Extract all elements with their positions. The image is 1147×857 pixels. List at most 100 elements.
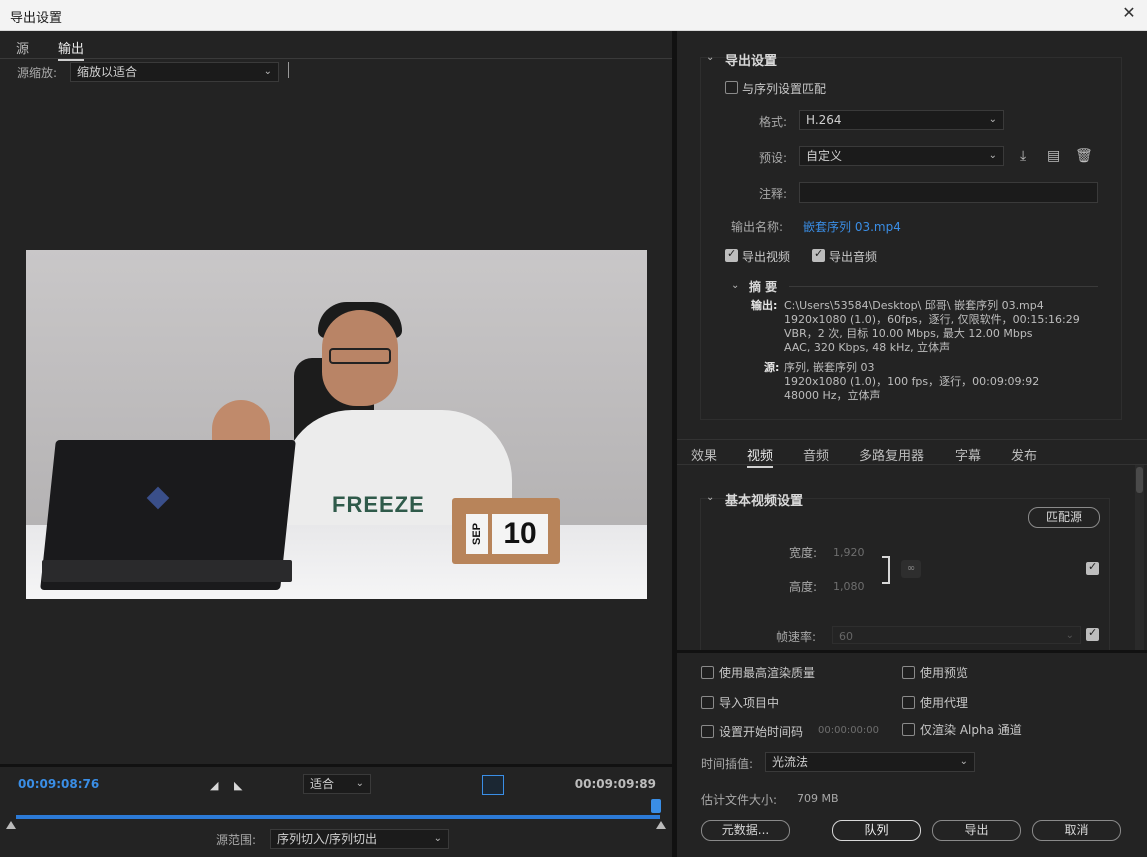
start-timecode-value[interactable]: 00:00:00:00 xyxy=(818,725,879,736)
summary-source-line: 48000 Hz，立体声 xyxy=(784,389,881,402)
start-timecode-label: 设置开始时间码 xyxy=(719,725,804,739)
settings-scrollbar[interactable] xyxy=(1135,465,1144,650)
height-label: 高度: xyxy=(789,580,818,594)
export-audio-label: 导出音频 xyxy=(829,250,878,264)
mark-out-icon[interactable]: ◣ xyxy=(234,779,242,792)
timeline-track[interactable] xyxy=(16,815,660,819)
use-previews-checkbox[interactable] xyxy=(902,666,915,679)
frame-rate-dropdown[interactable]: 60 ⌄ xyxy=(832,626,1081,644)
summary-output-line: VBR，2 次, 目标 10.00 Mbps, 最大 12.00 Mbps xyxy=(784,327,1033,340)
end-timecode: 00:09:09:89 xyxy=(574,777,656,791)
left-tabs: 源 输出 xyxy=(0,31,672,61)
range-out-handle[interactable] xyxy=(656,821,666,829)
title-bar: 导出设置 ✕ xyxy=(0,0,1147,31)
time-interp-dropdown[interactable]: 光流法 ⌄ xyxy=(765,752,975,772)
comment-input[interactable] xyxy=(799,182,1098,203)
override-size-checkbox[interactable] xyxy=(1086,560,1099,575)
width-value[interactable]: 1,920 xyxy=(833,546,865,559)
collapse-caret-icon[interactable]: ⌄ xyxy=(706,52,714,63)
link-icon[interactable]: ∞ xyxy=(901,560,921,578)
metadata-button[interactable]: 元数据... xyxy=(701,820,790,841)
format-label: 格式: xyxy=(759,115,788,129)
preview-calendar-month: SEP xyxy=(466,514,488,554)
summary-output-line: C:\Users\53584\Desktop\ 邱哥\ 嵌套序列 03.mp4 xyxy=(784,299,1044,312)
start-timecode-checkbox[interactable] xyxy=(701,725,714,738)
range-in-handle[interactable] xyxy=(6,821,16,829)
playhead-handle[interactable] xyxy=(651,799,661,813)
format-value: H.264 xyxy=(806,113,842,127)
tab-output[interactable]: 输出 xyxy=(58,38,85,61)
current-timecode[interactable]: 00:09:08:76 xyxy=(18,777,99,791)
match-sequence-checkbox[interactable] xyxy=(725,81,738,94)
est-size-label: 估计文件大小: xyxy=(701,793,778,807)
preview-laptop-base xyxy=(42,560,292,582)
close-icon[interactable]: ✕ xyxy=(1121,5,1137,21)
export-audio-checkbox[interactable] xyxy=(812,247,825,262)
output-name-link[interactable]: 嵌套序列 03.mp4 xyxy=(803,218,901,235)
height-value[interactable]: 1,080 xyxy=(833,580,865,593)
import-project-checkbox[interactable] xyxy=(701,696,714,709)
delete-preset-icon[interactable]: 🗑 xyxy=(1075,148,1093,164)
text-cursor xyxy=(288,62,289,78)
window-title: 导出设置 xyxy=(10,11,63,26)
save-preset-icon[interactable]: ⤓ xyxy=(1020,148,1026,164)
chevron-down-icon: ⌄ xyxy=(263,66,272,77)
export-button[interactable]: 导出 xyxy=(932,820,1021,841)
source-zoom-value: 缩放以适合 xyxy=(77,65,138,79)
tab-captions[interactable]: 字幕 xyxy=(955,445,981,464)
time-interp-value: 光流法 xyxy=(772,755,809,769)
use-proxies-label: 使用代理 xyxy=(920,696,969,710)
max-render-quality-label: 使用最高渲染质量 xyxy=(719,666,816,680)
time-interp-label: 时间插值: xyxy=(701,757,754,771)
tab-publish[interactable]: 发布 xyxy=(1011,445,1037,464)
summary-source-text: 序列, 嵌套序列 03 1920x1080 (1.0)，100 fps，逐行，0… xyxy=(784,361,1039,403)
summary-output-text: C:\Users\53584\Desktop\ 邱哥\ 嵌套序列 03.mp4 … xyxy=(784,299,1080,355)
alpha-only-checkbox[interactable] xyxy=(902,723,915,736)
preset-label: 预设: xyxy=(759,151,788,165)
scrollbar-thumb[interactable] xyxy=(1136,467,1143,493)
tab-effects[interactable]: 效果 xyxy=(691,445,717,464)
collapse-caret-icon[interactable]: ⌄ xyxy=(706,492,714,503)
tab-video[interactable]: 视频 xyxy=(747,445,774,468)
tab-audio[interactable]: 音频 xyxy=(803,445,829,464)
alpha-only-label: 仅渲染 Alpha 通道 xyxy=(920,723,1022,737)
tab-multiplexer[interactable]: 多路复用器 xyxy=(859,445,924,464)
bottom-options: 使用最高渲染质量 使用预览 导入项目中 使用代理 设置开始时间码 00:00:0… xyxy=(677,650,1147,857)
summary-output-label: 输出: xyxy=(751,299,778,312)
summary-output-line: AAC, 320 Kbps, 48 kHz, 立体声 xyxy=(784,341,951,354)
frame-rate-label: 帧速率: xyxy=(776,630,817,644)
import-preset-icon[interactable]: ▤ xyxy=(1047,148,1060,164)
mark-in-icon[interactable]: ◢ xyxy=(210,779,218,792)
source-range-dropdown[interactable]: 序列切入/序列切出 ⌄ xyxy=(270,829,449,849)
summary-caret-icon[interactable]: ⌄ xyxy=(731,280,739,291)
source-zoom-dropdown[interactable]: 缩放以适合 ⌄ xyxy=(70,62,279,82)
chevron-down-icon: ⌄ xyxy=(433,833,442,844)
preview-glasses xyxy=(329,348,391,364)
match-source-button[interactable]: 匹配源 xyxy=(1028,507,1100,528)
preview-shirt-text: FREEZE xyxy=(332,492,425,517)
tab-source[interactable]: 源 xyxy=(16,38,29,57)
fit-value: 适合 xyxy=(310,777,335,791)
use-proxies-checkbox[interactable] xyxy=(902,696,915,709)
summary-source-line: 1920x1080 (1.0)，100 fps，逐行，00:09:09:92 xyxy=(784,375,1040,388)
format-dropdown[interactable]: H.264 ⌄ xyxy=(799,110,1004,130)
video-preview: FREEZE SEP 10 xyxy=(26,250,647,599)
left-panel: 源 输出 源缩放: 缩放以适合 ⌄ FREEZE SEP 10 00:09:08… xyxy=(0,31,672,857)
aspect-toggle-icon[interactable] xyxy=(482,775,504,795)
fit-dropdown[interactable]: 适合 ⌄ xyxy=(303,774,371,794)
cancel-button[interactable]: 取消 xyxy=(1032,820,1121,841)
source-range-label: 源范围: xyxy=(216,833,257,847)
settings-tabs: 效果 视频 音频 多路复用器 字幕 发布 xyxy=(677,439,1147,468)
match-sequence-label: 与序列设置匹配 xyxy=(742,82,827,96)
max-render-quality-checkbox[interactable] xyxy=(701,666,714,679)
chevron-down-icon: ⌄ xyxy=(1065,630,1074,641)
chevron-down-icon: ⌄ xyxy=(959,756,968,767)
export-video-label: 导出视频 xyxy=(742,250,791,264)
link-bracket xyxy=(882,556,890,584)
export-video-checkbox[interactable] xyxy=(725,247,738,262)
preset-dropdown[interactable]: 自定义 ⌄ xyxy=(799,146,1004,166)
queue-button[interactable]: 队列 xyxy=(832,820,921,841)
chevron-down-icon: ⌄ xyxy=(988,114,997,125)
override-framerate-checkbox[interactable] xyxy=(1086,626,1099,641)
summary-source-label: 源: xyxy=(764,361,780,374)
